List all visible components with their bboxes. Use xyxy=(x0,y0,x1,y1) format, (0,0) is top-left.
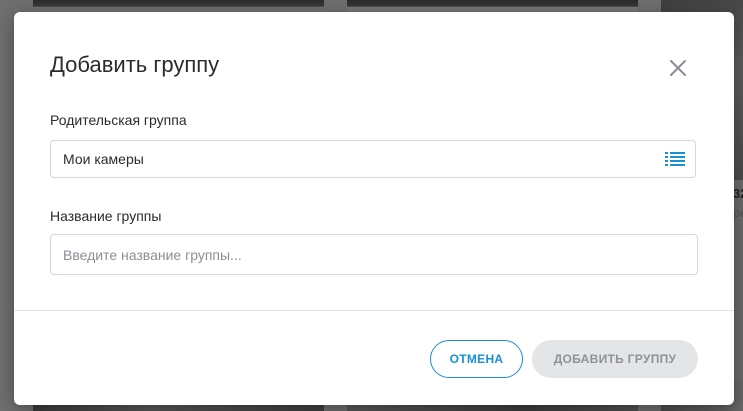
footer-divider xyxy=(14,310,734,311)
add-group-button[interactable]: ДОБАВИТЬ ГРУППУ xyxy=(532,340,698,378)
dialog-title: Добавить группу xyxy=(50,52,220,77)
camera-tile-caption: 32 xyxy=(733,186,743,201)
group-name-input[interactable] xyxy=(50,234,698,275)
close-button[interactable] xyxy=(664,54,692,82)
parent-group-label: Родительская группа xyxy=(50,112,187,128)
cancel-button[interactable]: ОТМЕНА xyxy=(430,340,523,378)
close-icon xyxy=(670,60,686,76)
group-name-label: Название группы xyxy=(50,208,162,224)
list-icon[interactable] xyxy=(665,151,685,167)
parent-group-value: Мои камеры xyxy=(63,151,144,167)
add-group-dialog: Добавить группу Родительская группа Мои … xyxy=(14,12,734,405)
parent-group-select[interactable]: Мои камеры xyxy=(50,140,696,178)
camera-tile-subcaption: ры xyxy=(733,205,743,220)
